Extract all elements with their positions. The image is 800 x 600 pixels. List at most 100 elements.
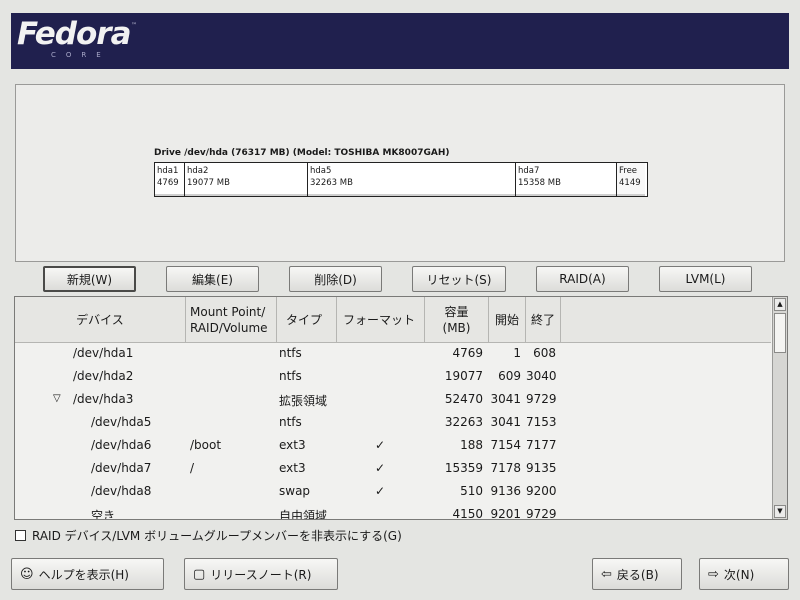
- drive-partition-hda1[interactable]: hda1 4769: [155, 163, 185, 196]
- fedora-logo: Fedora: [17, 16, 131, 52]
- device-cell: /dev/hda3: [73, 392, 134, 406]
- drive-partition-bar: hda1 4769 hda2 19077 MB hda5 32263 MB hd…: [154, 162, 648, 197]
- table-row[interactable]: /dev/hda5 ntfs 32263 3041 7153: [15, 411, 771, 434]
- type-cell: ntfs: [279, 415, 302, 429]
- type-cell: 自由領域: [279, 509, 328, 520]
- start-cell: 9136: [490, 484, 521, 498]
- drive-partition-hda2[interactable]: hda2 19077 MB: [185, 163, 308, 196]
- start-cell: 1: [513, 346, 521, 360]
- mount-cell: /boot: [190, 438, 222, 452]
- table-row[interactable]: ▽ /dev/hda3 拡張領域 52470 3041 9729: [15, 388, 771, 411]
- end-cell: 9729: [526, 507, 557, 520]
- table-row[interactable]: /dev/hda8 swap ✓ 510 9136 9200: [15, 480, 771, 503]
- new-button[interactable]: 新規(W): [43, 266, 136, 292]
- type-cell: ext3: [279, 438, 306, 452]
- partition-size: 15358 MB: [518, 178, 561, 188]
- col-size-header[interactable]: 容量 (MB): [425, 297, 489, 342]
- partition-size: 4149: [619, 178, 641, 188]
- device-cell: /dev/hda1: [73, 346, 134, 360]
- start-cell: 609: [498, 369, 521, 383]
- format-check-icon: ✓: [375, 461, 386, 475]
- help-icon: ☺: [20, 566, 34, 582]
- end-cell: 7153: [526, 415, 557, 429]
- hide-raid-lvm-option[interactable]: RAID デバイス/LVM ボリュームグループメンバーを非表示にする(G): [15, 527, 402, 544]
- release-notes-label: リリースノート(R): [210, 567, 312, 582]
- help-label: ヘルプを表示(H): [38, 567, 129, 582]
- lvm-button[interactable]: LVM(L): [659, 266, 752, 292]
- device-cell: /dev/hda2: [73, 369, 134, 383]
- fedora-logo-sub: CORE: [51, 51, 111, 59]
- device-cell: /dev/hda7: [91, 461, 152, 475]
- partition-name: Free: [619, 166, 638, 176]
- partition-size: 4769: [157, 178, 179, 188]
- size-cell: 32263: [444, 415, 483, 429]
- start-cell: 3041: [490, 392, 521, 406]
- size-cell: 19077: [444, 369, 483, 383]
- col-type-header[interactable]: タイプ: [277, 297, 337, 342]
- size-cell: 510: [460, 484, 483, 498]
- table-scrollbar[interactable]: ▲ ▼: [772, 297, 787, 519]
- partition-table[interactable]: デバイス Mount Point/ RAID/Volume タイプ フォーマット…: [14, 296, 788, 520]
- device-cell: /dev/hda6: [91, 438, 152, 452]
- end-cell: 3040: [526, 369, 557, 383]
- drive-partition-free[interactable]: Free 4149: [617, 163, 645, 196]
- partition-size: 32263 MB: [310, 178, 353, 188]
- end-cell: 9729: [526, 392, 557, 406]
- start-cell: 3041: [490, 415, 521, 429]
- scroll-down-icon[interactable]: ▼: [774, 505, 786, 518]
- next-label: 次(N): [723, 567, 755, 582]
- table-body: /dev/hda1 ntfs 4769 1 608 /dev/hda2 ntfs…: [15, 342, 771, 520]
- raid-button[interactable]: RAID(A): [536, 266, 629, 292]
- col-format-header[interactable]: フォーマット: [337, 297, 425, 342]
- mount-cell: /: [190, 461, 195, 475]
- col-mount-header[interactable]: Mount Point/ RAID/Volume: [186, 297, 277, 342]
- delete-button[interactable]: 削除(D): [289, 266, 382, 292]
- drive-title: Drive /dev/hda (76317 MB) (Model: TOSHIB…: [154, 148, 450, 158]
- col-end-header[interactable]: 終了: [526, 297, 561, 342]
- format-check-icon: ✓: [375, 438, 386, 452]
- end-cell: 608: [533, 346, 556, 360]
- end-cell: 7177: [526, 438, 557, 452]
- table-row[interactable]: /dev/hda2 ntfs 19077 609 3040: [15, 365, 771, 388]
- expander-triangle-icon[interactable]: ▽: [53, 393, 61, 404]
- scrollbar-thumb[interactable]: [774, 313, 786, 353]
- device-cell: /dev/hda5: [91, 415, 152, 429]
- type-cell: swap: [279, 484, 311, 498]
- reset-button[interactable]: リセット(S): [412, 266, 506, 292]
- table-row[interactable]: /dev/hda7 / ext3 ✓ 15359 7178 9135: [15, 457, 771, 480]
- col-mount-header-line1: Mount Point/: [190, 304, 266, 319]
- back-label: 戻る(B): [616, 567, 659, 582]
- device-cell: 空き: [91, 509, 116, 520]
- edit-button[interactable]: 編集(E): [166, 266, 259, 292]
- size-cell: 4769: [452, 346, 483, 360]
- type-cell: ntfs: [279, 369, 302, 383]
- table-row[interactable]: 空き 自由領域 4150 9201 9729: [15, 503, 771, 520]
- start-cell: 9201: [490, 507, 521, 520]
- col-device-header[interactable]: デバイス: [15, 297, 186, 342]
- release-notes-button[interactable]: ▢ リリースノート(R): [184, 558, 338, 590]
- size-cell: 188: [460, 438, 483, 452]
- back-button[interactable]: ⇦ 戻る(B): [592, 558, 682, 590]
- partition-name: hda7: [518, 166, 540, 176]
- drive-partition-hda7[interactable]: hda7 15358 MB: [516, 163, 617, 196]
- drive-partition-hda5[interactable]: hda5 32263 MB: [308, 163, 516, 196]
- format-check-icon: ✓: [375, 484, 386, 498]
- col-start-header[interactable]: 開始: [489, 297, 526, 342]
- next-button[interactable]: ⇨ 次(N): [699, 558, 789, 590]
- next-arrow-icon: ⇨: [708, 566, 719, 582]
- device-cell: /dev/hda8: [91, 484, 152, 498]
- table-row[interactable]: /dev/hda6 /boot ext3 ✓ 188 7154 7177: [15, 434, 771, 457]
- trademark-mark: ™: [131, 22, 137, 29]
- hide-raid-lvm-checkbox[interactable]: [15, 530, 26, 541]
- scroll-up-icon[interactable]: ▲: [774, 298, 786, 311]
- drive-panel: Drive /dev/hda (76317 MB) (Model: TOSHIB…: [15, 84, 785, 262]
- col-mount-header-line2: RAID/Volume: [190, 320, 268, 335]
- help-button[interactable]: ☺ ヘルプを表示(H): [11, 558, 164, 590]
- table-row[interactable]: /dev/hda1 ntfs 4769 1 608: [15, 342, 771, 365]
- col-size-header-line2: (MB): [442, 320, 471, 335]
- table-header: デバイス Mount Point/ RAID/Volume タイプ フォーマット…: [15, 297, 771, 343]
- back-arrow-icon: ⇦: [601, 566, 612, 582]
- partition-name: hda2: [187, 166, 209, 176]
- size-cell: 52470: [444, 392, 483, 406]
- hide-raid-lvm-label: RAID デバイス/LVM ボリュームグループメンバーを非表示にする(G): [32, 529, 402, 543]
